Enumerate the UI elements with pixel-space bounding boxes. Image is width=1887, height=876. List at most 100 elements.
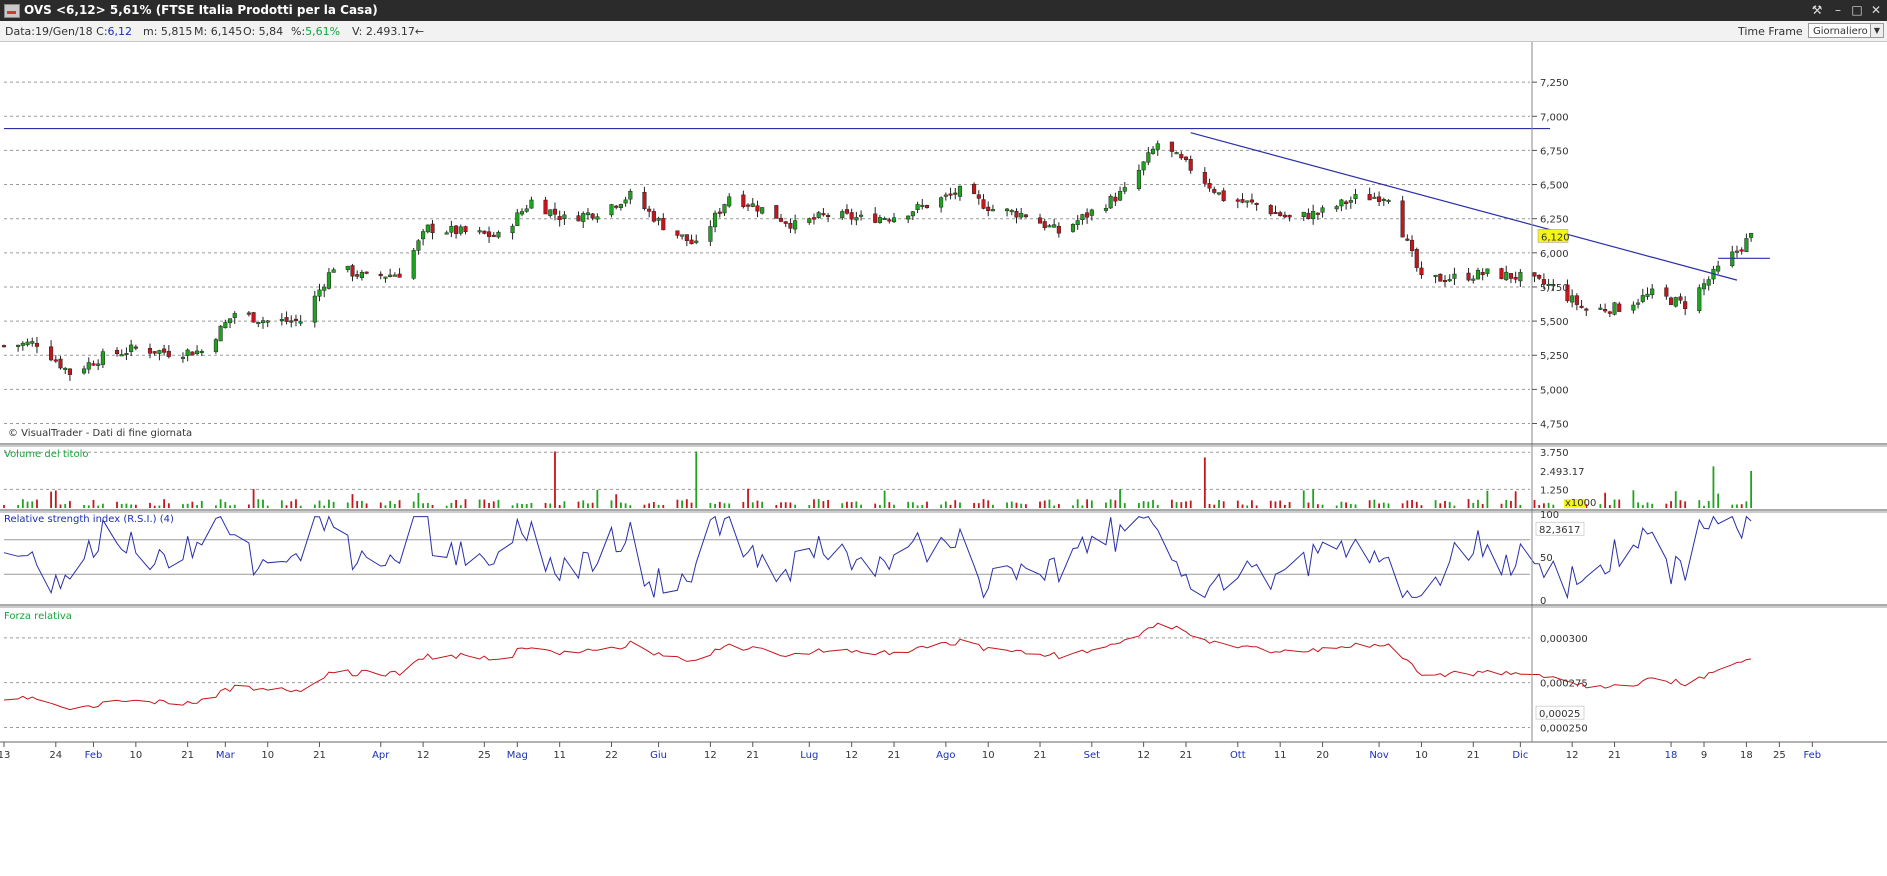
volume-bar <box>695 451 698 508</box>
candle-body <box>957 185 963 197</box>
chevron-down-icon: ▼ <box>1870 24 1883 37</box>
candle-body <box>1042 221 1047 228</box>
volume-bar <box>1072 505 1074 508</box>
volume-bar <box>1081 505 1084 508</box>
candle-body <box>656 217 661 221</box>
candle-body <box>444 232 449 235</box>
day-label: 10 <box>129 750 142 761</box>
candle-body <box>157 350 162 354</box>
volume-bar <box>26 501 29 508</box>
candle-body <box>510 225 515 234</box>
volume-bar <box>1703 505 1705 508</box>
volume-bar <box>1618 499 1621 508</box>
timeframe-select[interactable]: Giornaliero ▼ <box>1808 23 1884 38</box>
volume-bar <box>299 505 302 508</box>
candle-body <box>1480 271 1485 276</box>
candle-body <box>717 211 722 214</box>
volume-bar <box>1651 503 1654 508</box>
candle-body <box>133 346 138 349</box>
volume-bar <box>1048 499 1051 508</box>
candle-body <box>1221 190 1226 201</box>
volume-bar <box>257 499 260 508</box>
minimize-icon[interactable]: – <box>1829 2 1847 18</box>
volume-bar <box>1222 501 1225 508</box>
candle-body <box>355 274 360 277</box>
volume-bar <box>1472 503 1475 508</box>
volume-bar <box>907 501 910 508</box>
chart-area[interactable]: © VisualTrader - Dati di fine giornata V… <box>0 42 1887 876</box>
candle-body <box>91 363 96 366</box>
volume-bar <box>1307 502 1310 508</box>
volume-bar <box>685 499 688 508</box>
candle-body <box>1706 279 1711 286</box>
volume-bar <box>384 505 387 508</box>
candle-body <box>1282 214 1287 218</box>
candle-body <box>1301 211 1306 217</box>
volume-bar <box>1156 504 1159 508</box>
candle-body <box>1414 249 1419 268</box>
candle-body <box>421 231 426 240</box>
candle-body <box>1669 297 1674 305</box>
volume-bar <box>163 499 166 508</box>
day-label: 12 <box>845 750 858 761</box>
volume-bar <box>813 499 815 508</box>
candle-body <box>614 205 619 208</box>
candle-body <box>1508 273 1513 279</box>
volume-bar <box>1354 504 1357 508</box>
candle-body <box>590 213 595 219</box>
volume-bar <box>1090 500 1093 508</box>
candle-body <box>1701 283 1707 290</box>
volume-bar <box>1274 501 1277 508</box>
candle-body <box>491 234 496 237</box>
candle-body <box>727 196 732 207</box>
candle-body <box>1216 192 1222 195</box>
candle-body <box>1240 199 1245 203</box>
volume-bar <box>219 499 222 508</box>
tools-icon[interactable]: ⚒ <box>1808 2 1826 18</box>
volume-bar <box>1213 504 1216 508</box>
month-label: Mag <box>507 750 528 761</box>
candle-body <box>844 209 849 214</box>
price-tick-label: 5,750 <box>1540 283 1569 294</box>
data-credit: © VisualTrader - Dati di fine giornata <box>8 428 192 439</box>
candle-body <box>1278 212 1283 216</box>
volume-bar <box>1641 504 1644 508</box>
month-label: Feb <box>85 750 103 761</box>
volume-bar <box>681 500 684 508</box>
volume-bar <box>1547 502 1550 508</box>
volume-bar <box>1279 500 1282 508</box>
candle-body <box>289 320 294 323</box>
volume-bar <box>417 492 420 508</box>
chart-window: OVS <6,12> 5,61% (FTSE Italia Prodotti p… <box>0 0 1887 876</box>
candle-body <box>1664 287 1669 297</box>
volume-bar <box>483 499 486 508</box>
volume-bar <box>591 502 594 508</box>
volume-bar <box>83 505 85 508</box>
volume-bar <box>1203 457 1206 508</box>
volume-bar <box>464 499 467 508</box>
volume-bar <box>1218 499 1220 508</box>
candle-body <box>223 322 228 329</box>
candle-body <box>1683 301 1688 309</box>
volume-bar <box>1138 503 1140 508</box>
candle-body <box>1504 271 1509 281</box>
low-value: 5,815 <box>160 25 193 38</box>
volume-bar <box>511 505 514 508</box>
volume-bar <box>54 490 57 508</box>
volume-bar <box>1519 504 1522 508</box>
high-readout: M: 6,145 <box>194 25 242 38</box>
candle-body <box>1207 183 1212 189</box>
day-label: 22 <box>605 750 618 761</box>
day-label: 13 <box>0 750 10 761</box>
volume-bar <box>1684 501 1687 508</box>
close-icon[interactable]: ✕ <box>1867 2 1885 18</box>
candle-body <box>232 313 237 318</box>
volume-bar <box>1750 470 1753 508</box>
candle-body <box>990 209 995 212</box>
candle-body <box>1047 225 1052 228</box>
candle-body <box>1405 238 1410 241</box>
maximize-icon[interactable]: □ <box>1848 2 1866 18</box>
title-bar: OVS <6,12> 5,61% (FTSE Italia Prodotti p… <box>0 0 1887 21</box>
candle-body <box>1070 224 1076 232</box>
day-label: 21 <box>1180 750 1193 761</box>
